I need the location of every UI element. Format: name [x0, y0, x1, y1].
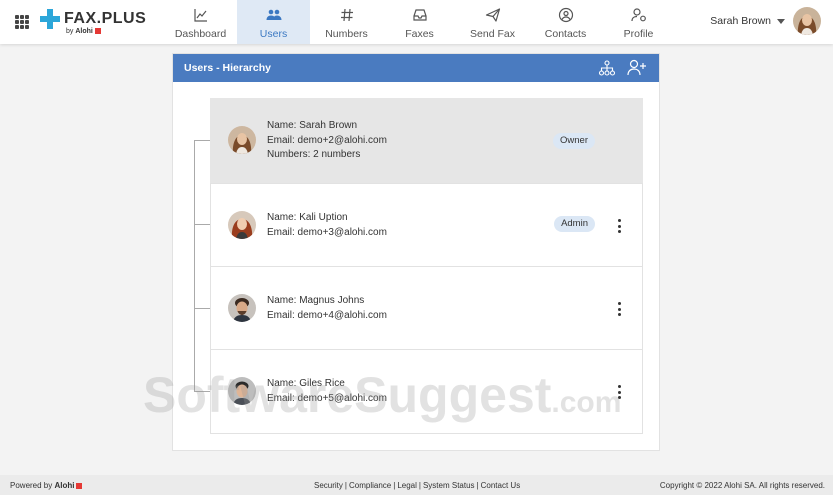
role-badge-admin: Admin [554, 216, 595, 232]
nav-send-fax[interactable]: Send Fax [456, 0, 529, 44]
users-hierarchy-panel: Users - Hierarchy Name: Sarah Brown Emai… [172, 53, 660, 451]
chevron-down-icon [777, 18, 785, 24]
nav-label: Numbers [325, 28, 368, 40]
footer-link-legal[interactable]: Legal [397, 481, 417, 490]
more-options-icon[interactable] [616, 385, 622, 399]
footer-link-compliance[interactable]: Compliance [349, 481, 391, 490]
user-info: Name: Giles Rice Email: demo+5@alohi.com [267, 377, 387, 406]
more-options-icon[interactable] [616, 219, 622, 233]
user-name: Name: Kali Uption [267, 212, 348, 223]
nav-numbers[interactable]: Numbers [310, 0, 383, 44]
footer: Powered by Alohi Security | Compliance | Leg… [0, 475, 833, 495]
hierarchy-icon[interactable] [599, 60, 615, 76]
nav-label: Dashboard [174, 28, 227, 40]
more-options-icon[interactable] [616, 302, 622, 316]
nav-profile[interactable]: Profile [602, 0, 675, 44]
tree-connector [194, 308, 210, 309]
add-user-icon[interactable] [627, 59, 647, 76]
footer-links: Security | Compliance | Legal | System Status |… [314, 481, 521, 490]
avatar [228, 294, 256, 322]
user-card-kali-uption[interactable]: Name: Kali Uption Email: demo+3@alohi.co… [210, 183, 643, 267]
user-email: Email: demo+2@alohi.com [267, 134, 387, 146]
avatar [228, 377, 256, 405]
powered-by: Powered by Alohi [10, 481, 83, 490]
tree-connector-vertical [194, 140, 195, 391]
chart-line-icon [193, 9, 207, 22]
tree-connector [194, 140, 210, 141]
user-name: Name: Giles Rice [267, 378, 345, 389]
apps-grid-icon[interactable] [15, 15, 29, 29]
panel-header: Users - Hierarchy [173, 54, 659, 82]
nav-label: Users [259, 28, 288, 40]
footer-link-system-status[interactable]: System Status [423, 481, 475, 490]
user-card-giles-rice[interactable]: Name: Giles Rice Email: demo+5@alohi.com [210, 349, 643, 434]
nav-label: Faxes [405, 28, 434, 40]
paper-plane-icon [485, 8, 500, 22]
tree-connector [194, 391, 210, 392]
brand-name: FAX.PLUS [64, 10, 147, 27]
user-card-sarah-brown[interactable]: Name: Sarah Brown Email: demo+2@alohi.co… [210, 98, 643, 184]
avatar [793, 7, 821, 35]
users-icon [266, 9, 281, 20]
user-name: Name: Sarah Brown [267, 120, 358, 131]
panel-title: Users - Hierarchy [184, 62, 271, 74]
role-badge-owner: Owner [553, 133, 595, 149]
hash-icon [340, 8, 353, 22]
user-info: Name: Kali Uption Email: demo+3@alohi.co… [267, 211, 387, 240]
user-card-magnus-johns[interactable]: Name: Magnus Johns Email: demo+4@alohi.c… [210, 266, 643, 350]
inbox-icon [412, 9, 427, 21]
user-email: Email: demo+3@alohi.com [267, 226, 387, 238]
nav-users[interactable]: Users [237, 0, 310, 44]
footer-link-contact-us[interactable]: Contact Us [481, 481, 521, 490]
contact-icon [558, 7, 573, 23]
nav-faxes[interactable]: Faxes [383, 0, 456, 44]
nav-label: Send Fax [470, 28, 515, 40]
top-navigation-bar: FAX.PLUS by Alohi Dashboard Users Number… [0, 0, 833, 44]
user-menu[interactable]: Sarah Brown [710, 7, 821, 35]
user-email: Email: demo+5@alohi.com [267, 392, 387, 404]
profile-settings-icon [630, 8, 646, 22]
nav-dashboard[interactable]: Dashboard [164, 0, 237, 44]
nav-label: Profile [623, 28, 654, 40]
footer-link-security[interactable]: Security [314, 481, 343, 490]
user-email: Email: demo+4@alohi.com [267, 309, 387, 321]
tree-connector [194, 224, 210, 225]
avatar [228, 211, 256, 239]
nav-label: Contacts [544, 28, 587, 40]
fax-plus-logo-icon [40, 9, 60, 29]
nav-contacts[interactable]: Contacts [529, 0, 602, 44]
brand-byline: by Alohi [66, 28, 101, 35]
avatar [228, 126, 256, 154]
main-nav: Dashboard Users Numbers Faxes Send Fax C… [164, 0, 675, 44]
user-numbers: Numbers: 2 numbers [267, 149, 361, 160]
copyright: Copyright © 2022 Alohi SA. All rights re… [659, 481, 825, 490]
current-user-name: Sarah Brown [710, 15, 771, 27]
user-info: Name: Sarah Brown Email: demo+2@alohi.co… [267, 119, 387, 163]
user-name: Name: Magnus Johns [267, 295, 365, 306]
user-info: Name: Magnus Johns Email: demo+4@alohi.c… [267, 294, 387, 323]
